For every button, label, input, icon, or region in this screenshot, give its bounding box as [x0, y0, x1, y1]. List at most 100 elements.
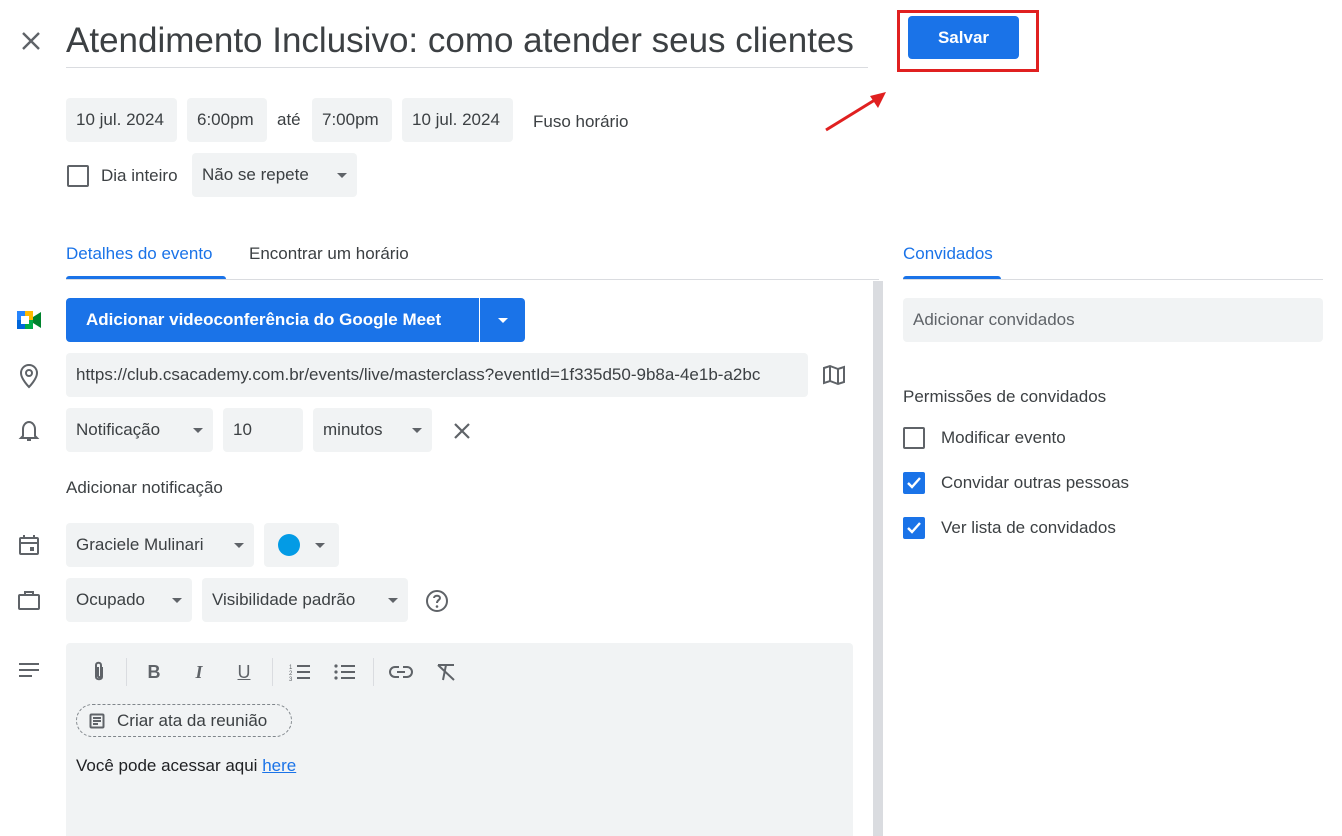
notification-unit-text: minutos [323, 420, 383, 439]
timezone-button[interactable]: Fuso horário [533, 112, 628, 132]
permission-modify-event-label: Modificar evento [941, 428, 1066, 447]
add-guests-input[interactable]: Adicionar convidados [903, 298, 1323, 342]
bulleted-list-button[interactable] [331, 658, 359, 686]
description-link[interactable]: here [262, 756, 296, 775]
remove-notification-icon[interactable] [453, 422, 471, 440]
calendar-owner-text: Graciele Mulinari [76, 535, 204, 554]
add-notification-link[interactable]: Adicionar notificação [66, 478, 223, 498]
event-title-text: Atendimento Inclusivo: como atender seus… [66, 21, 854, 60]
permission-invite-others-label: Convidar outras pessoas [941, 473, 1130, 492]
meet-options-button[interactable] [480, 298, 525, 342]
google-meet-icon [17, 311, 41, 329]
link-button[interactable] [387, 658, 415, 686]
italic-icon: I [195, 661, 203, 682]
description-text: Você pode acessar aqui here [76, 756, 296, 776]
chevron-down-icon [388, 597, 398, 603]
tab-guests[interactable]: Convidados [903, 244, 993, 264]
checkmark-icon [907, 522, 921, 534]
event-title-input[interactable]: Atendimento Inclusivo: como atender seus… [66, 14, 868, 68]
attachment-icon [95, 661, 103, 681]
calendar-owner-select[interactable]: Graciele Mulinari [66, 523, 254, 567]
numbered-list-button[interactable]: 123 [286, 658, 314, 686]
guests-tabs-divider [903, 279, 1323, 280]
scrollbar[interactable] [873, 281, 883, 836]
toolbar-divider [272, 658, 273, 686]
chevron-down-icon [315, 542, 325, 548]
description-icon [19, 663, 39, 677]
permission-modify-event-checkbox[interactable] [903, 427, 925, 449]
clear-format-button[interactable] [432, 658, 460, 686]
add-google-meet-button[interactable]: Adicionar videoconferência do Google Mee… [66, 298, 479, 342]
calendar-icon [19, 535, 39, 555]
notification-amount-input[interactable]: 10 [223, 408, 303, 452]
location-pin-icon [19, 363, 39, 389]
chevron-down-icon [234, 542, 244, 548]
close-button[interactable] [16, 26, 46, 56]
notification-unit-select[interactable]: minutos [313, 408, 432, 452]
annotation-arrow-icon [825, 92, 886, 132]
end-time-text: 7:00pm [322, 110, 379, 129]
description-body: Você pode acessar aqui [76, 756, 263, 775]
guest-permissions-title: Permissões de convidados [903, 387, 1107, 406]
chevron-down-icon [172, 597, 182, 603]
notification-type-select[interactable]: Notificação [66, 408, 213, 452]
all-day-checkbox[interactable] [67, 165, 89, 187]
permission-see-guest-list-label: Ver lista de convidados [941, 518, 1116, 537]
chevron-down-icon [412, 427, 422, 433]
map-icon[interactable] [822, 364, 846, 386]
chevron-down-icon [497, 317, 508, 323]
notification-amount-text: 10 [233, 420, 252, 439]
availability-text: Ocupado [76, 590, 145, 609]
end-date-chip[interactable]: 10 jul. 2024 [402, 98, 513, 142]
all-day-label: Dia inteiro [101, 166, 178, 185]
to-label: até [277, 110, 301, 129]
bold-button[interactable]: B [140, 658, 168, 686]
briefcase-icon [18, 591, 40, 610]
notes-icon [89, 713, 105, 728]
create-meeting-notes-button[interactable]: Criar ata da reunião [76, 704, 292, 737]
attachment-button[interactable] [85, 658, 113, 686]
numbered-list-icon: 123 [289, 665, 310, 681]
italic-button[interactable]: I [185, 658, 213, 686]
clear-format-icon [437, 664, 455, 681]
tab-event-details[interactable]: Detalhes do evento [66, 244, 213, 264]
location-text: https://club.csacademy.com.br/events/liv… [76, 365, 761, 384]
link-icon [389, 666, 413, 678]
checkmark-icon [907, 477, 921, 489]
add-guests-placeholder: Adicionar convidados [913, 310, 1075, 329]
chevron-down-icon [337, 172, 347, 178]
add-google-meet-label: Adicionar videoconferência do Google Mee… [86, 310, 442, 329]
location-input[interactable]: https://club.csacademy.com.br/events/liv… [66, 353, 808, 397]
svg-text:3: 3 [289, 677, 293, 681]
toolbar-divider [126, 658, 127, 686]
visibility-select[interactable]: Visibilidade padrão [202, 578, 408, 622]
notification-type-text: Notificação [76, 420, 161, 439]
tabs-divider [66, 279, 879, 280]
save-button-label: Salvar [937, 27, 990, 47]
start-date-text: 10 jul. 2024 [76, 110, 164, 129]
permission-invite-others-checkbox[interactable] [903, 472, 925, 494]
event-color-select[interactable] [264, 523, 339, 567]
start-time-chip[interactable]: 6:00pm [187, 98, 267, 142]
toolbar-divider [373, 658, 374, 686]
visibility-text: Visibilidade padrão [212, 590, 356, 609]
start-time-text: 6:00pm [197, 110, 254, 129]
repeat-select-text: Não se repete [202, 165, 309, 184]
bell-icon [18, 420, 40, 441]
underline-icon: U [237, 661, 251, 682]
save-button[interactable]: Salvar [908, 16, 1019, 59]
bold-icon: B [147, 661, 161, 682]
underline-button[interactable]: U [230, 658, 258, 686]
start-date-chip[interactable]: 10 jul. 2024 [66, 98, 177, 142]
availability-select[interactable]: Ocupado [66, 578, 192, 622]
event-color-swatch [278, 534, 300, 556]
help-icon[interactable] [425, 589, 449, 613]
tab-find-time[interactable]: Encontrar um horário [249, 244, 409, 264]
end-time-chip[interactable]: 7:00pm [312, 98, 392, 142]
create-meeting-notes-label: Criar ata da reunião [117, 710, 268, 730]
repeat-select[interactable]: Não se repete [192, 153, 357, 197]
chevron-down-icon [193, 427, 203, 433]
bulleted-list-icon [334, 664, 355, 680]
permission-see-guest-list-checkbox[interactable] [903, 517, 925, 539]
end-date-text: 10 jul. 2024 [412, 110, 500, 129]
